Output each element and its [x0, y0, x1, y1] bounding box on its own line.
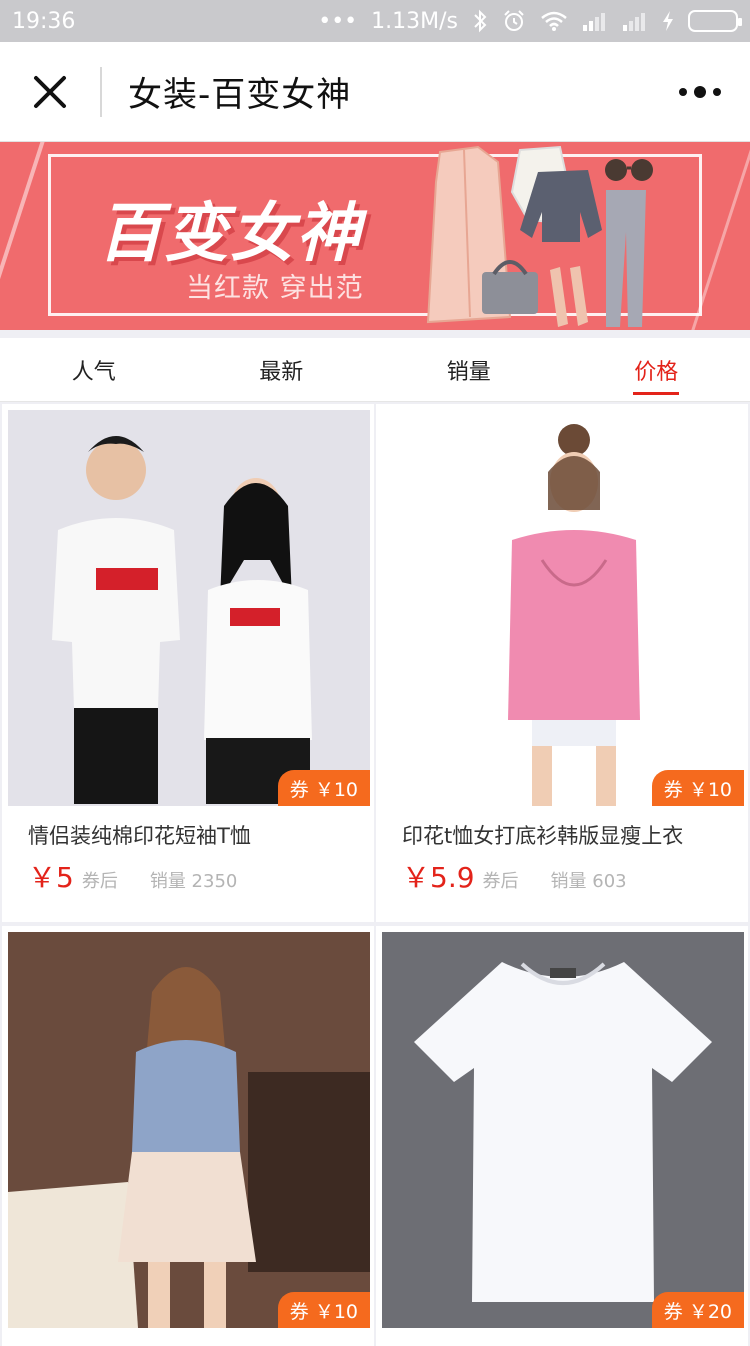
product-price: ￥5.9 — [402, 856, 475, 896]
product-meta: ￥5 券后 销量 2350 — [28, 856, 237, 896]
product-card[interactable]: 券 ￥10 情侣装纯棉印花短袖T恤 ￥5 券后 销量 2350 — [2, 404, 374, 922]
charging-icon — [662, 9, 674, 33]
coupon-badge: 券 ￥10 — [278, 770, 370, 806]
tab-sales[interactable]: 销量 — [375, 338, 563, 401]
network-speed: 1.13M/s — [371, 9, 458, 34]
sales-count: 销量 2350 — [150, 867, 238, 893]
more-icon — [679, 88, 687, 96]
close-button[interactable] — [0, 42, 100, 142]
product-meta: ￥5.9 券后 销量 603 — [402, 856, 627, 896]
status-dots: ••• — [318, 9, 357, 34]
product-image: 券 ￥10 — [382, 410, 744, 806]
product-card[interactable]: 券 ￥10 — [2, 926, 374, 1346]
product-title: 情侣装纯棉印花短袖T恤 — [28, 820, 251, 850]
status-icons: ••• 1.13M/s — [318, 9, 738, 34]
after-coupon-label: 券后 — [82, 867, 118, 893]
signal-icon — [582, 9, 608, 33]
promo-banner[interactable]: 百变女神 当红款 穿出范 — [0, 142, 750, 330]
alarm-icon — [502, 9, 526, 33]
coupon-badge: 券 ￥20 — [652, 1292, 744, 1328]
tab-price[interactable]: 价格 — [563, 338, 750, 401]
more-icon-dot — [713, 88, 721, 96]
page-title: 女装-百变女神 — [102, 67, 650, 116]
sales-count: 销量 603 — [551, 867, 627, 893]
product-price: ￥5 — [28, 856, 74, 896]
product-image: 券 ￥10 — [8, 410, 370, 806]
coupon-badge: 券 ￥10 — [278, 1292, 370, 1328]
close-icon — [33, 75, 67, 109]
product-image: 券 ￥20 — [382, 932, 744, 1328]
battery-icon — [688, 10, 738, 32]
status-bar: 19:36 ••• 1.13M/s — [0, 0, 750, 42]
nav-bar: 女装-百变女神 — [0, 42, 750, 142]
status-time: 19:36 — [12, 9, 75, 34]
product-card[interactable]: 券 ￥10 印花t恤女打底衫韩版显瘦上衣 ￥5.9 券后 销量 603 — [376, 404, 748, 922]
tab-popularity[interactable]: 人气 — [0, 338, 188, 401]
after-coupon-label: 券后 — [483, 867, 519, 893]
tab-newest[interactable]: 最新 — [188, 338, 376, 401]
product-image: 券 ￥10 — [8, 932, 370, 1328]
signal-icon — [622, 9, 648, 33]
more-icon-dot — [694, 86, 706, 98]
fashion-illustration — [420, 142, 720, 330]
product-card[interactable]: 券 ￥20 — [376, 926, 748, 1346]
coupon-badge: 券 ￥10 — [652, 770, 744, 806]
banner-subtitle: 当红款 穿出范 — [186, 266, 364, 305]
wifi-icon — [540, 9, 568, 33]
more-button[interactable] — [650, 42, 750, 142]
bluetooth-icon — [472, 9, 488, 33]
sort-tabs: 人气 最新 销量 价格 — [0, 338, 750, 402]
banner-title: 百变女神 — [98, 182, 362, 274]
product-title: 印花t恤女打底衫韩版显瘦上衣 — [402, 820, 683, 850]
